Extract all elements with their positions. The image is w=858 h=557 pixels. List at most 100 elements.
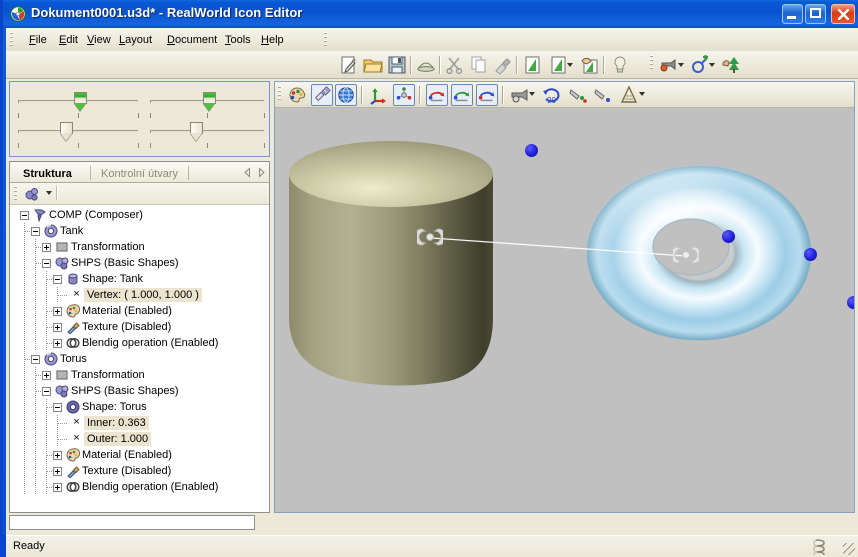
control-point-edge[interactable] [847, 296, 854, 309]
apply-hand-icon[interactable] [579, 54, 601, 76]
tree-object-icon[interactable] [720, 54, 742, 76]
horizontal-scrollbar[interactable] [9, 515, 255, 530]
slider-thumb-0-0[interactable] [74, 92, 88, 111]
export-icon[interactable] [415, 54, 437, 76]
open-folder-icon[interactable] [362, 54, 384, 76]
tree-expand-icon[interactable] [42, 243, 51, 252]
vertex-handle-tank[interactable] [417, 224, 443, 250]
3d-viewport-canvas[interactable] [275, 108, 854, 512]
lightbulb-icon[interactable] [609, 54, 631, 76]
menu-item-tools[interactable]: Tools [220, 32, 256, 48]
object-palette-dropdown-arrow[interactable] [46, 191, 52, 195]
tree-row[interactable]: Texture (Disabled) [10, 463, 269, 479]
tree-row[interactable]: COMP (Composer) [10, 207, 269, 223]
tree-row[interactable]: Shape: Tank [10, 271, 269, 287]
menu-item-file[interactable]: File [24, 32, 52, 48]
control-point-outer[interactable] [804, 248, 817, 261]
paste-brush-icon[interactable] [492, 54, 514, 76]
material-palette-icon[interactable] [286, 84, 308, 106]
tree-row[interactable]: Transformation [10, 367, 269, 383]
resize-grip[interactable] [843, 543, 855, 555]
vertex-handle-torus[interactable] [673, 242, 699, 268]
tree-row[interactable]: Transformation [10, 239, 269, 255]
new-document-icon[interactable] [338, 54, 360, 76]
slider-track-1-1[interactable] [150, 130, 264, 133]
slider-thumb-1-0[interactable] [60, 122, 73, 141]
tree-collapse-icon[interactable] [20, 211, 29, 220]
menu-item-document[interactable]: Document [162, 32, 222, 48]
tree-row[interactable]: SHPS (Basic Shapes) [10, 383, 269, 399]
toolbar-gripper[interactable] [324, 32, 327, 47]
tree-collapse-icon[interactable] [31, 355, 40, 364]
tree-collapse-icon[interactable] [53, 403, 62, 412]
slider-track-1-0[interactable] [18, 130, 138, 133]
tree-expand-icon[interactable] [53, 307, 62, 316]
tree-row[interactable]: Material (Enabled) [10, 303, 269, 319]
slider-thumb-1-1[interactable] [189, 122, 203, 141]
tree-row[interactable]: × Inner: 0.363 [10, 415, 269, 431]
cone-projection-icon[interactable] [618, 84, 640, 106]
minimize-button[interactable] [782, 4, 803, 24]
object-palette-icon[interactable] [22, 185, 44, 203]
tab-kontrolni-utvary[interactable]: Kontrolní útvary [94, 165, 185, 183]
tree-expand-icon[interactable] [42, 371, 51, 380]
tree-row[interactable]: × Outer: 1.000 [10, 431, 269, 447]
menu-item-help[interactable]: Help [256, 32, 289, 48]
render-camera-icon[interactable] [658, 54, 680, 76]
tree-expand-icon[interactable] [53, 339, 62, 348]
x-mark-icon[interactable]: × [72, 289, 81, 300]
tree-row[interactable]: Shape: Torus [10, 399, 269, 415]
tree-row[interactable]: Torus [10, 351, 269, 367]
x-mark-icon[interactable]: × [72, 417, 81, 428]
tab-scroll-right-icon[interactable] [256, 167, 267, 178]
tree-row[interactable]: Texture (Disabled) [10, 319, 269, 335]
tree-row[interactable]: Tank [10, 223, 269, 239]
tree-row[interactable]: × Vertex: ( 1.000, 1.000 ) [10, 287, 269, 303]
add-object-dropdown-arrow[interactable] [709, 63, 715, 67]
rotate-90-icon[interactable]: 90 [541, 84, 563, 106]
light-add-icon[interactable] [567, 84, 589, 106]
cone-dropdown-arrow[interactable] [639, 92, 645, 96]
menubar-gripper[interactable] [10, 32, 13, 47]
add-object-icon[interactable] [689, 54, 711, 76]
cut-scissors-icon[interactable] [444, 54, 466, 76]
tree-collapse-icon[interactable] [42, 259, 51, 268]
control-point-top[interactable] [525, 144, 538, 157]
tree-expand-icon[interactable] [53, 483, 62, 492]
render-dropdown-arrow[interactable] [678, 63, 684, 67]
control-point-inner[interactable] [722, 230, 735, 243]
undo-icon[interactable] [522, 54, 544, 76]
menu-item-edit[interactable]: Edit [54, 32, 83, 48]
tree-expand-icon[interactable] [53, 451, 62, 460]
camera-dropdown-arrow[interactable] [529, 92, 535, 96]
menu-item-view[interactable]: View [82, 32, 116, 48]
tree-row[interactable]: SHPS (Basic Shapes) [10, 255, 269, 271]
rotate-x-icon[interactable] [426, 84, 448, 106]
tree-row[interactable]: Material (Enabled) [10, 447, 269, 463]
rotate-z-icon[interactable] [476, 84, 498, 106]
menu-item-layout[interactable]: Layout [114, 32, 157, 48]
copy-pages-icon[interactable] [468, 54, 490, 76]
close-button[interactable] [831, 4, 855, 24]
tab-scroll-left-icon[interactable] [242, 167, 253, 178]
tab-struktura[interactable]: Struktura [16, 165, 79, 185]
tree-expand-icon[interactable] [53, 467, 62, 476]
axis-move-icon[interactable] [368, 84, 390, 106]
tree-expand-icon[interactable] [53, 323, 62, 332]
tree-collapse-icon[interactable] [31, 227, 40, 236]
save-disk-icon[interactable] [386, 54, 408, 76]
axis-center-icon[interactable] [393, 84, 415, 106]
tree-collapse-icon[interactable] [53, 275, 62, 284]
redo-dropdown-arrow[interactable] [567, 63, 573, 67]
camera-icon[interactable] [509, 84, 531, 106]
light-remove-icon[interactable] [592, 84, 614, 106]
maximize-button[interactable] [805, 4, 826, 24]
x-mark-icon[interactable]: × [72, 433, 81, 444]
slider-thumb-0-1[interactable] [203, 92, 217, 111]
tree-row[interactable]: Blendig operation (Enabled) [10, 479, 269, 495]
globe-icon[interactable] [335, 84, 357, 106]
flashlight-icon[interactable] [311, 84, 333, 106]
structure-tree[interactable]: COMP (Composer) Tank Transformation SHPS (B… [10, 205, 269, 512]
rotate-y-icon[interactable] [451, 84, 473, 106]
tree-collapse-icon[interactable] [42, 387, 51, 396]
